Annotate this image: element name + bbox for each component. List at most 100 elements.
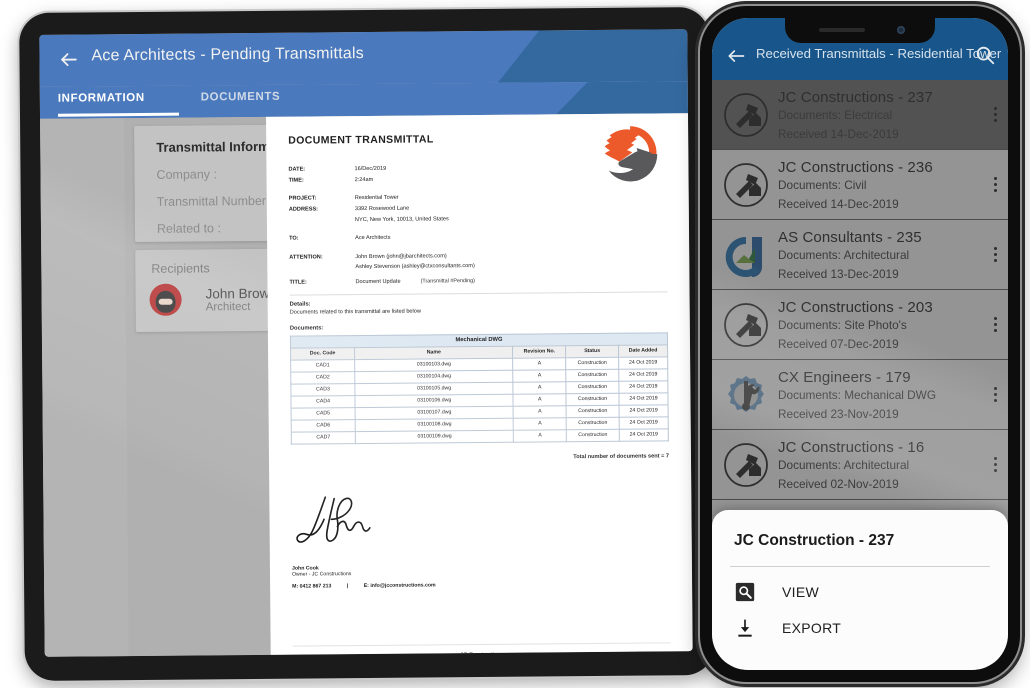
table-cell-3: Construction [565,368,619,382]
tab-documents[interactable]: DOCUMENTS [201,85,297,113]
list-item-title: AS Consultants - 235 [778,228,922,246]
attention-line2: Ashley Stevenson (ashley@ctxconsultants.… [355,263,475,271]
table-cell-2: A [513,369,567,382]
address-key: ADDRESS: [288,206,319,213]
table-cell-3: Construction [566,392,619,406]
list-item[interactable]: CX Engineers - 179 Documents: Mechanical … [712,360,1008,430]
list-item[interactable]: JC Constructions - 236 Documents: Civil Re… [712,150,1008,220]
footer-company: JC Constructions [460,651,504,655]
jc-constructions-icon [722,441,770,489]
table-cell-4: 24 Oct 2019 [618,380,668,393]
search-icon[interactable] [974,44,996,66]
tab-bar-accent-shape [528,81,688,114]
table-cell-0: CAD1 [290,359,355,372]
table-cell-0: CAD5 [291,407,356,420]
table-cell-2: A [513,393,567,406]
table-cell-2: A [513,405,567,418]
jc-constructions-icon [722,161,770,209]
handwritten-signature [291,487,388,562]
table-cell-4: 24 Oct 2019 [618,404,669,417]
tab-information[interactable]: INFORMATION [57,85,179,117]
list-item-subtitle: Documents: Architectural [778,457,910,472]
jc-constructions-icon [722,301,770,349]
documents-total: Total number of documents sent = 7 [573,452,670,460]
table-cell-4: 24 Oct 2019 [619,428,669,441]
overflow-menu-icon[interactable] [982,387,1008,402]
recipient-text: John Brown Architect [205,285,277,313]
jc-constructions-icon [722,91,770,139]
to-key: TO: [289,235,299,242]
front-camera-icon [897,26,905,34]
list-item-title: CX Engineers - 179 [778,368,911,386]
tablet-device-frame: Ace Architects - Pending Transmittals IN… [19,7,715,681]
list-item[interactable]: JC Constructions - 203 Documents: Site Ph… [712,290,1008,360]
col-revision: Revision No. [512,345,566,358]
list-item-text: AS Consultants - 235 Documents: Architect… [770,229,982,281]
documents-table: Mechanical DWG Doc. Code Name Revision N… [290,332,669,444]
phone-screen: Received Transmittals - Residential Towe… [712,18,1008,670]
view-search-icon [734,581,756,603]
overflow-menu-icon[interactable] [982,317,1008,332]
meta-key: DATE: [288,166,306,173]
list-item[interactable]: AS Consultants - 235 Documents: Architect… [712,220,1008,290]
details-body: Documents related to this transmittal ar… [289,308,421,316]
divider [289,291,668,296]
overflow-menu-icon[interactable] [982,177,1008,192]
left-rail [40,118,129,657]
earpiece-speaker-icon [819,28,865,32]
attention-key: ATTENTION: [289,254,323,261]
back-arrow-icon[interactable] [726,46,746,66]
recipient-role: Architect [205,300,251,313]
table-cell-4: 24 Oct 2019 [618,356,668,369]
table-cell-0: CAD2 [290,371,355,384]
col-doc-code: Doc. Code [290,347,355,360]
table-row: CAD7 03100109.dwg A Construction 24 Oct 2019 [291,428,669,444]
table-cell-2: A [513,357,566,370]
col-status: Status [565,344,619,358]
documents-heading: Documents: [289,325,324,332]
list-item[interactable]: JC Constructions - 237 Documents: Electri… [712,80,1008,150]
overflow-menu-icon[interactable] [982,457,1008,472]
document-body: DOCUMENT TRANSMITTAL DATE: 16/Dec/2019 T… [266,113,693,655]
list-item-text: CX Engineers - 179 Documents: Mechanical … [770,369,982,421]
list-item-received: Received 14-Dec-2019 [778,196,899,211]
signatory-mobile: M: 0412 867 213 [292,582,332,590]
cx-engineers-icon [722,371,770,419]
list-item-subtitle: Documents: Mechanical DWG [778,387,936,402]
list-item[interactable]: JC Constructions - 16 Documents: Architec… [712,430,1008,500]
list-item-received: Received 02-Nov-2019 [778,476,899,491]
action-bottom-sheet: JC Construction - 237 VIEW EXPORT [712,510,1008,670]
list-item-text: JC Constructions - 16 Documents: Architec… [770,439,982,491]
action-view[interactable]: VIEW [712,567,1008,603]
table-cell-0: CAD4 [290,395,356,408]
tablet-screen: Ace Architects - Pending Transmittals IN… [39,29,693,657]
action-export-label: EXPORT [782,620,842,636]
overflow-menu-icon[interactable] [982,107,1008,122]
screenshot-stage: Ace Architects - Pending Transmittals IN… [0,0,1030,688]
list-item-title: JC Constructions - 236 [778,158,933,176]
action-export[interactable]: EXPORT [712,603,1008,639]
list-item-received: Received 14-Dec-2019 [778,126,899,141]
avatar [149,283,182,316]
list-item-subtitle: Documents: Electrical [778,107,893,122]
tablet-app-bar: Ace Architects - Pending Transmittals [39,29,688,87]
table-cell-4: 24 Oct 2019 [618,392,669,405]
table-cell-3: Construction [566,380,619,394]
document-preview-pane[interactable]: DOCUMENT TRANSMITTAL DATE: 16/Dec/2019 T… [266,113,693,655]
table-cell-1: 03100109.dwg [355,429,514,444]
overflow-menu-icon[interactable] [982,247,1008,262]
address-row-2: NYC, New York, 10013, United States [289,214,475,226]
col-date-added: Date Added [618,344,668,357]
signatory-email: E: info@jcconstructions.com [363,582,436,589]
page-title: Ace Architects - Pending Transmittals [91,45,364,65]
table-cell-3: Construction [566,404,620,418]
as-consultants-icon [722,231,770,279]
list-item-received: Received 23-Nov-2019 [778,406,899,421]
table-cell-2: A [513,429,567,442]
attention-row-2: Ashley Stevenson (ashley@ctxconsultants.… [289,261,475,273]
list-item-subtitle: Documents: Civil [778,177,867,192]
list-item-received: Received 13-Dec-2019 [778,266,899,281]
back-arrow-icon[interactable] [57,48,79,70]
table-cell-2: A [513,381,567,394]
export-download-icon [734,617,756,639]
